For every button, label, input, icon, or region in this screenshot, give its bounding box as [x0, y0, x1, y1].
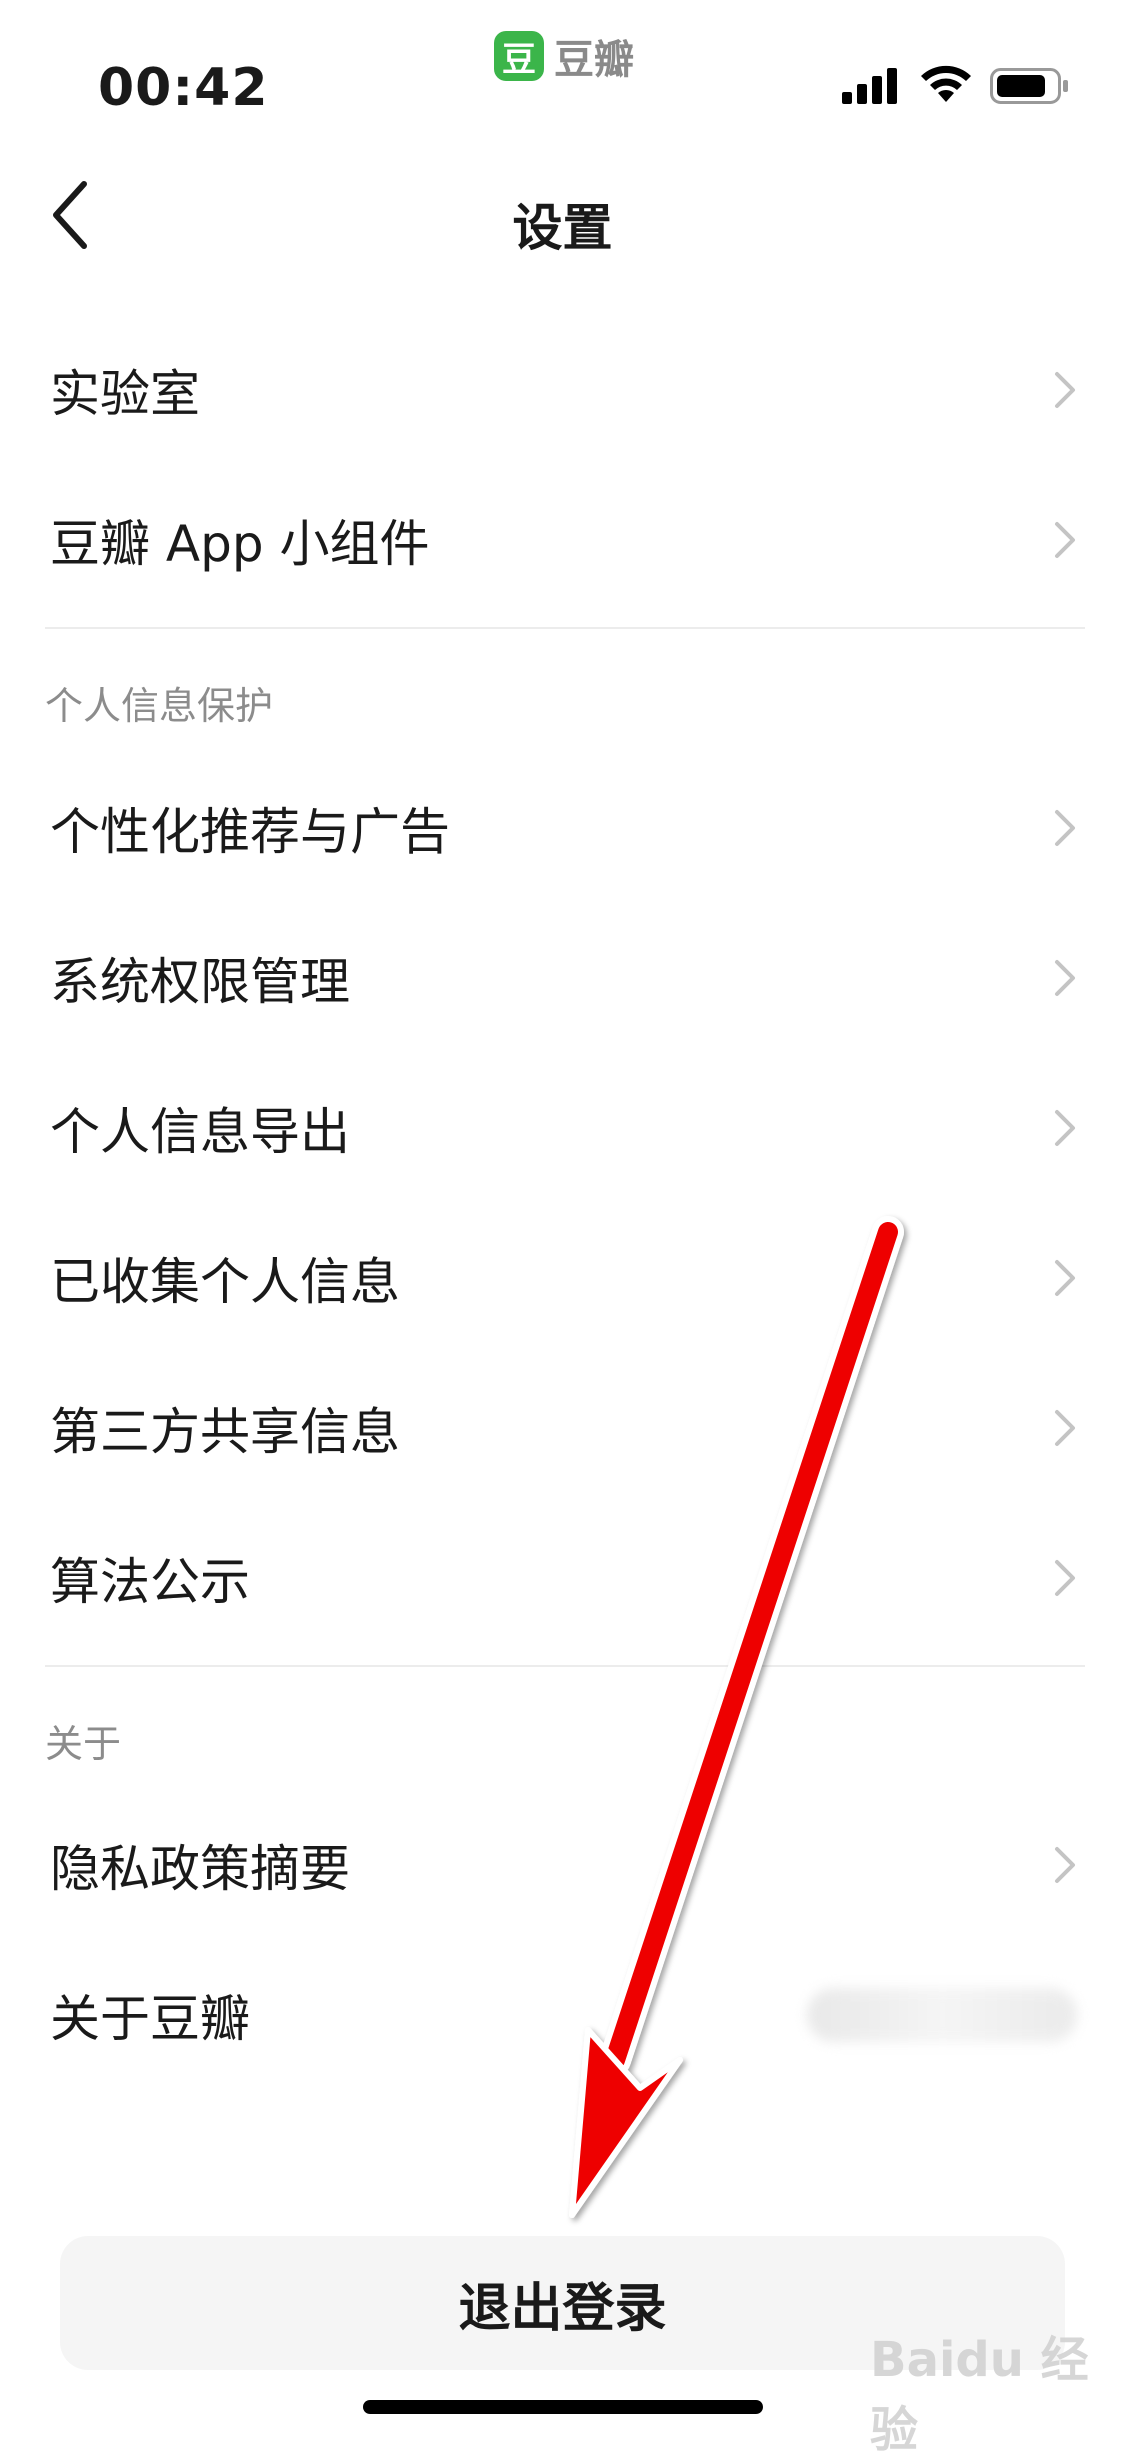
chevron-right-icon: [1055, 810, 1075, 846]
settings-item-label: 算法公示: [50, 1553, 250, 1611]
settings-item-personalized-ads[interactable]: 个性化推荐与广告: [0, 753, 1125, 903]
section-header-privacy: 个人信息保护: [45, 684, 274, 728]
status-bar: 00:42 豆 豆瓣: [0, 0, 1125, 140]
version-info-blurred: [807, 1988, 1077, 2042]
chevron-right-icon: [1055, 960, 1075, 996]
settings-item-system-permissions[interactable]: 系统权限管理: [0, 903, 1125, 1053]
chevron-right-icon: [1055, 1260, 1075, 1296]
battery-icon: [990, 68, 1068, 104]
settings-item-label: 个人信息导出: [50, 1103, 350, 1161]
settings-item-privacy-summary[interactable]: 隐私政策摘要: [0, 1790, 1125, 1940]
chevron-right-icon: [1055, 1847, 1075, 1883]
chevron-right-icon: [1055, 1560, 1075, 1596]
settings-item-lab[interactable]: 实验室: [0, 315, 1125, 465]
section-divider: [45, 1665, 1085, 1667]
chevron-right-icon: [1055, 522, 1075, 558]
navigation-bar: 设置: [0, 150, 1125, 280]
settings-item-label: 豆瓣 App 小组件: [50, 515, 430, 573]
settings-item-label: 个性化推荐与广告: [50, 803, 450, 861]
baidu-watermark: Baidu 经验: [870, 2332, 1089, 2458]
wifi-icon: [921, 65, 971, 102]
status-time: 00:42: [98, 58, 269, 118]
settings-item-label: 关于豆瓣: [50, 1990, 250, 2048]
app-name: 豆瓣: [554, 37, 634, 83]
settings-item-label: 实验室: [50, 365, 200, 423]
settings-item-about-douban[interactable]: 关于豆瓣: [0, 1940, 1125, 2090]
app-badge: 豆 豆瓣: [494, 28, 634, 84]
settings-item-algorithm-disclosure[interactable]: 算法公示: [0, 1503, 1125, 1653]
chevron-right-icon: [1055, 1110, 1075, 1146]
page-title: 设置: [512, 199, 613, 257]
section-divider: [45, 627, 1085, 629]
settings-item-third-party-sharing[interactable]: 第三方共享信息: [0, 1353, 1125, 1503]
chevron-right-icon: [1055, 372, 1075, 408]
chevron-right-icon: [1055, 1410, 1075, 1446]
douban-logo-icon: 豆: [494, 31, 544, 81]
settings-item-data-export[interactable]: 个人信息导出: [0, 1053, 1125, 1203]
settings-item-label: 第三方共享信息: [50, 1403, 400, 1461]
home-indicator: [363, 2400, 763, 2414]
settings-item-label: 隐私政策摘要: [50, 1840, 350, 1898]
settings-item-label: 系统权限管理: [50, 953, 350, 1011]
settings-item-collected-info[interactable]: 已收集个人信息: [0, 1203, 1125, 1353]
cellular-signal-icon: [842, 68, 897, 104]
section-header-about: 关于: [45, 1722, 122, 1766]
settings-item-widget[interactable]: 豆瓣 App 小组件: [0, 465, 1125, 615]
settings-item-label: 已收集个人信息: [50, 1253, 400, 1311]
